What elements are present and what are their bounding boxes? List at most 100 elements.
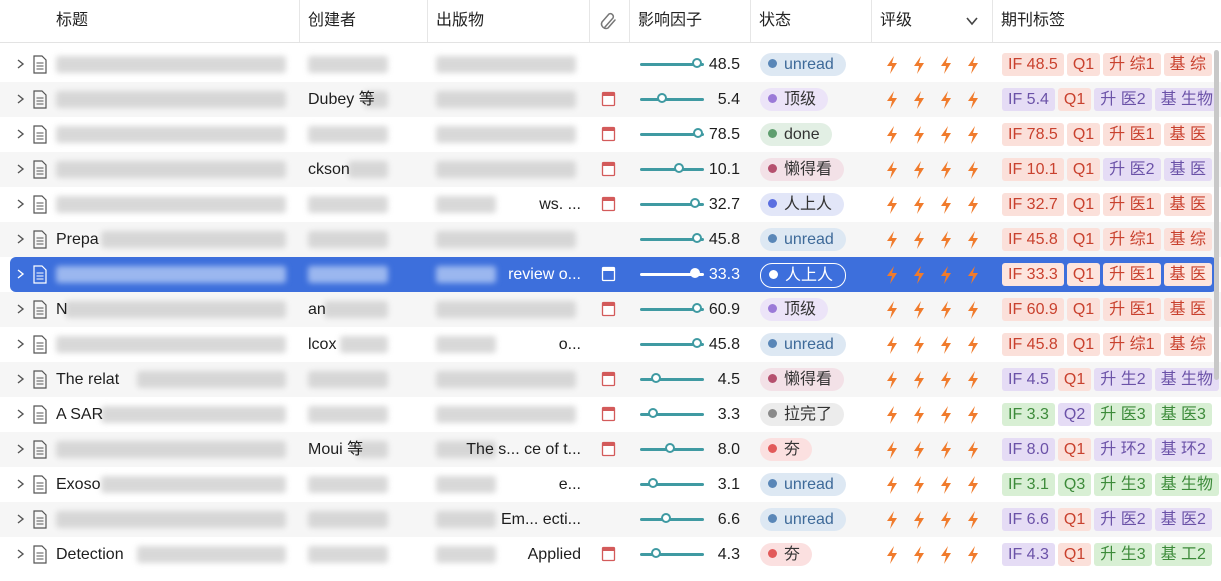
lightning-icon[interactable]: [912, 195, 926, 215]
lightning-icon[interactable]: [939, 475, 953, 495]
lightning-icon[interactable]: [912, 335, 926, 355]
chevron-right-icon[interactable]: [15, 93, 25, 105]
table-row[interactable]: review o... 33.3 人上人 IF 33.3 Q1 升 医1 基 医: [10, 257, 1217, 292]
rating-stars[interactable]: [885, 55, 993, 80]
lightning-icon[interactable]: [966, 195, 980, 215]
lightning-icon[interactable]: [885, 370, 899, 390]
lightning-icon[interactable]: [885, 300, 899, 320]
lightning-icon[interactable]: [966, 545, 980, 565]
lightning-icon[interactable]: [939, 55, 953, 75]
lightning-icon[interactable]: [885, 195, 899, 215]
status-badge[interactable]: unread: [760, 473, 846, 496]
chevron-right-icon[interactable]: [15, 408, 25, 420]
rating-stars[interactable]: [885, 125, 993, 150]
table-row[interactable]: A SAR 3.3 拉完了 IF 3.3 Q2 升 医3 基 医3: [0, 397, 1221, 432]
status-badge[interactable]: unread: [760, 53, 846, 76]
table-row[interactable]: 48.5 unread IF 48.5 Q1 升 综1 基 综: [0, 47, 1221, 82]
status-badge[interactable]: done: [760, 123, 832, 146]
status-badge[interactable]: 夯: [760, 543, 813, 566]
lightning-icon[interactable]: [939, 230, 953, 250]
lightning-icon[interactable]: [966, 405, 980, 425]
lightning-icon[interactable]: [885, 55, 899, 75]
chevron-right-icon[interactable]: [15, 268, 25, 280]
chevron-right-icon[interactable]: [15, 128, 25, 140]
lightning-icon[interactable]: [885, 230, 899, 250]
lightning-icon[interactable]: [912, 90, 926, 110]
rating-stars[interactable]: [885, 230, 993, 255]
lightning-icon[interactable]: [912, 545, 926, 565]
pdf-attachment-icon[interactable]: [601, 301, 616, 317]
column-header-title[interactable]: 标题: [48, 0, 300, 42]
lightning-icon[interactable]: [939, 440, 953, 460]
status-badge[interactable]: 顶级: [760, 298, 829, 321]
lightning-icon[interactable]: [885, 510, 899, 530]
pdf-attachment-icon[interactable]: [601, 196, 616, 212]
rating-stars[interactable]: [885, 195, 993, 220]
table-row[interactable]: Dubey 等 5.4 顶级 IF 5.4 Q1 升 医2 基 生物: [0, 82, 1221, 117]
lightning-icon[interactable]: [912, 230, 926, 250]
pdf-attachment-icon[interactable]: [601, 161, 616, 177]
status-badge[interactable]: unread: [760, 333, 846, 356]
rating-stars[interactable]: [885, 370, 993, 395]
lightning-icon[interactable]: [912, 510, 926, 530]
chevron-down-icon[interactable]: [965, 14, 979, 28]
lightning-icon[interactable]: [939, 195, 953, 215]
lightning-icon[interactable]: [885, 90, 899, 110]
lightning-icon[interactable]: [939, 265, 953, 285]
lightning-icon[interactable]: [966, 90, 980, 110]
lightning-icon[interactable]: [885, 440, 899, 460]
chevron-right-icon[interactable]: [15, 198, 25, 210]
chevron-right-icon[interactable]: [15, 548, 25, 560]
lightning-icon[interactable]: [939, 545, 953, 565]
pdf-attachment-icon[interactable]: [601, 91, 616, 107]
chevron-right-icon[interactable]: [15, 373, 25, 385]
table-row[interactable]: Prepa 45.8 unread IF 45.8 Q1 升 综1 基 综: [0, 222, 1221, 257]
status-badge[interactable]: unread: [760, 508, 846, 531]
lightning-icon[interactable]: [912, 475, 926, 495]
rating-stars[interactable]: [885, 265, 993, 290]
chevron-right-icon[interactable]: [15, 233, 25, 245]
lightning-icon[interactable]: [885, 475, 899, 495]
chevron-right-icon[interactable]: [15, 478, 25, 490]
table-row[interactable]: Em... ecti... 6.6 unread IF 6.6 Q1 升 医2 基 医2: [0, 502, 1221, 537]
chevron-right-icon[interactable]: [15, 443, 25, 455]
table-row[interactable]: Detection Applied 4.3 夯 IF 4.3 Q1 升 生3 基 工2: [0, 537, 1221, 572]
column-header-publication[interactable]: 出版物: [428, 0, 590, 42]
status-badge[interactable]: 顶级: [760, 88, 829, 111]
chevron-right-icon[interactable]: [15, 338, 25, 350]
lightning-icon[interactable]: [912, 125, 926, 145]
rating-stars[interactable]: [885, 510, 993, 535]
pdf-attachment-icon[interactable]: [601, 546, 616, 562]
lightning-icon[interactable]: [885, 545, 899, 565]
lightning-icon[interactable]: [912, 405, 926, 425]
pdf-attachment-icon[interactable]: [601, 406, 616, 422]
rating-stars[interactable]: [885, 475, 993, 500]
lightning-icon[interactable]: [966, 160, 980, 180]
status-badge[interactable]: 懒得看: [760, 158, 845, 181]
lightning-icon[interactable]: [912, 440, 926, 460]
table-row[interactable]: The relat 4.5 懒得看 IF 4.5 Q1 升 生2 基 生物: [0, 362, 1221, 397]
chevron-right-icon[interactable]: [15, 513, 25, 525]
rating-stars[interactable]: [885, 440, 993, 465]
status-badge[interactable]: 人上人: [760, 263, 847, 288]
lightning-icon[interactable]: [939, 300, 953, 320]
lightning-icon[interactable]: [966, 335, 980, 355]
lightning-icon[interactable]: [912, 160, 926, 180]
lightning-icon[interactable]: [885, 265, 899, 285]
rating-stars[interactable]: [885, 90, 993, 115]
lightning-icon[interactable]: [939, 510, 953, 530]
lightning-icon[interactable]: [912, 265, 926, 285]
pdf-attachment-icon[interactable]: [601, 441, 616, 457]
lightning-icon[interactable]: [966, 510, 980, 530]
table-row[interactable]: lcox o... 45.8 unread IF 45.8 Q1 升 综1 基 综: [0, 327, 1221, 362]
lightning-icon[interactable]: [939, 125, 953, 145]
column-header-impact-factor[interactable]: 影响因子: [630, 0, 751, 42]
chevron-right-icon[interactable]: [15, 163, 25, 175]
table-row[interactable]: ckson 10.1 懒得看 IF 10.1 Q1 升 医2 基 医: [0, 152, 1221, 187]
lightning-icon[interactable]: [966, 125, 980, 145]
lightning-icon[interactable]: [939, 160, 953, 180]
lightning-icon[interactable]: [885, 160, 899, 180]
chevron-right-icon[interactable]: [15, 303, 25, 315]
column-header-status[interactable]: 状态: [751, 0, 872, 42]
lightning-icon[interactable]: [885, 335, 899, 355]
